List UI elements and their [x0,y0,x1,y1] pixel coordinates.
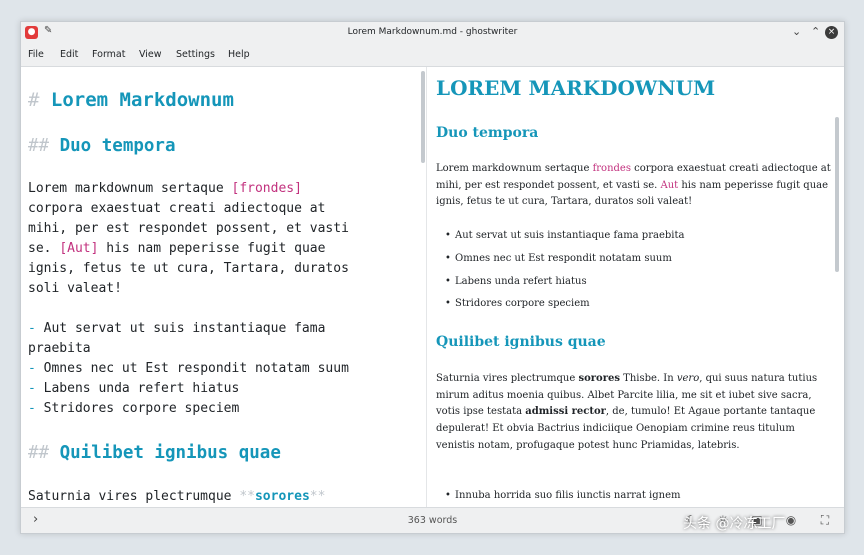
preview-list-item: Aut servat ut suis instantiaque fama pra… [445,230,684,241]
html-preview: LOREM MARKDOWNUM Duo tempora Lorem markd… [427,67,844,507]
preview-list-item: Omnes nec ut Est respondit notatam suum [445,253,672,264]
editor-paragraph-line: se. [Aut] his nam peperisse fugit quae [28,241,326,256]
preview-scrollbar[interactable] [835,117,839,272]
editor-heading-1: # Lorem Markdownum [28,89,234,111]
app-window: ● ✎ Lorem Markdownum.md - ghostwriter ⌄ … [20,21,845,534]
editor-paragraph-line: mihi, per est respondet possent, et vast… [28,221,349,236]
preview-list-item: Labens unda refert hiatus [445,276,587,287]
editor-paragraph-line: ignis, fetus te ut cura, Tartara, durato… [28,261,349,276]
editor-list-line: - Omnes nec ut Est respondit notatam suu… [28,361,349,376]
menu-format[interactable]: Format [92,49,125,60]
editor-paragraph-line: soli valeat! [28,281,122,296]
editor-heading-2b: ## Quilibet ignibus quae [28,443,281,463]
watermark-text: 头条 @冷冻工厂 [683,516,786,532]
preview-link[interactable]: frondes [593,163,631,174]
preview-list-item: Innuba horrida suo filis iunctis narrat … [445,490,680,501]
menu-view[interactable]: View [139,49,162,60]
preview-heading-2: Duo tempora [436,125,539,141]
preview-paragraph: Lorem markdownum sertaque frondes corpor… [436,163,831,208]
editor-paragraph-line: corpora exaestuat creati adiectoque at [28,201,326,216]
title-bar: ● ✎ Lorem Markdownum.md - ghostwriter ⌄ … [21,22,844,44]
menu-help[interactable]: Help [228,49,250,60]
preview-heading-2b: Quilibet ignibus quae [436,334,606,350]
menu-file[interactable]: File [28,49,44,60]
editor-list-line: - Stridores corpore speciem [28,401,240,416]
editor-list-line: - Labens unda refert hiatus [28,381,240,396]
editor-paragraph-line: Lorem markdownum sertaque [frondes] [28,181,302,196]
editor-list-line: praebita [28,341,91,356]
minimize-button[interactable]: ⌄ [792,25,801,38]
preview-list-item: Stridores corpore speciem [445,298,590,309]
editor-heading-2: ## Duo tempora [28,136,176,156]
markdown-editor[interactable]: # Lorem Markdownum ## Duo tempora Lorem … [21,67,418,507]
editor-scrollbar[interactable] [421,71,425,163]
editor-paragraph-line: Saturnia vires plectrumque **sorores** [28,489,326,504]
close-button[interactable]: × [825,26,838,39]
window-title: Lorem Markdownum.md - ghostwriter [347,27,518,37]
fullscreen-icon[interactable]: ⛶ [817,513,833,527]
menu-settings[interactable]: Settings [176,49,215,60]
preview-heading-1: LOREM MARKDOWNUM [436,76,716,100]
preview-link[interactable]: Aut [661,180,679,191]
menu-bar: File Edit Format View Settings Help [21,44,844,67]
editor-list-line: - Aut servat ut suis instantiaque fama [28,321,326,336]
maximize-button[interactable]: ⌃ [811,25,820,38]
preview-paragraph-2: Saturnia vires plectrumque sorores Thisb… [436,373,818,451]
menu-edit[interactable]: Edit [60,49,78,60]
